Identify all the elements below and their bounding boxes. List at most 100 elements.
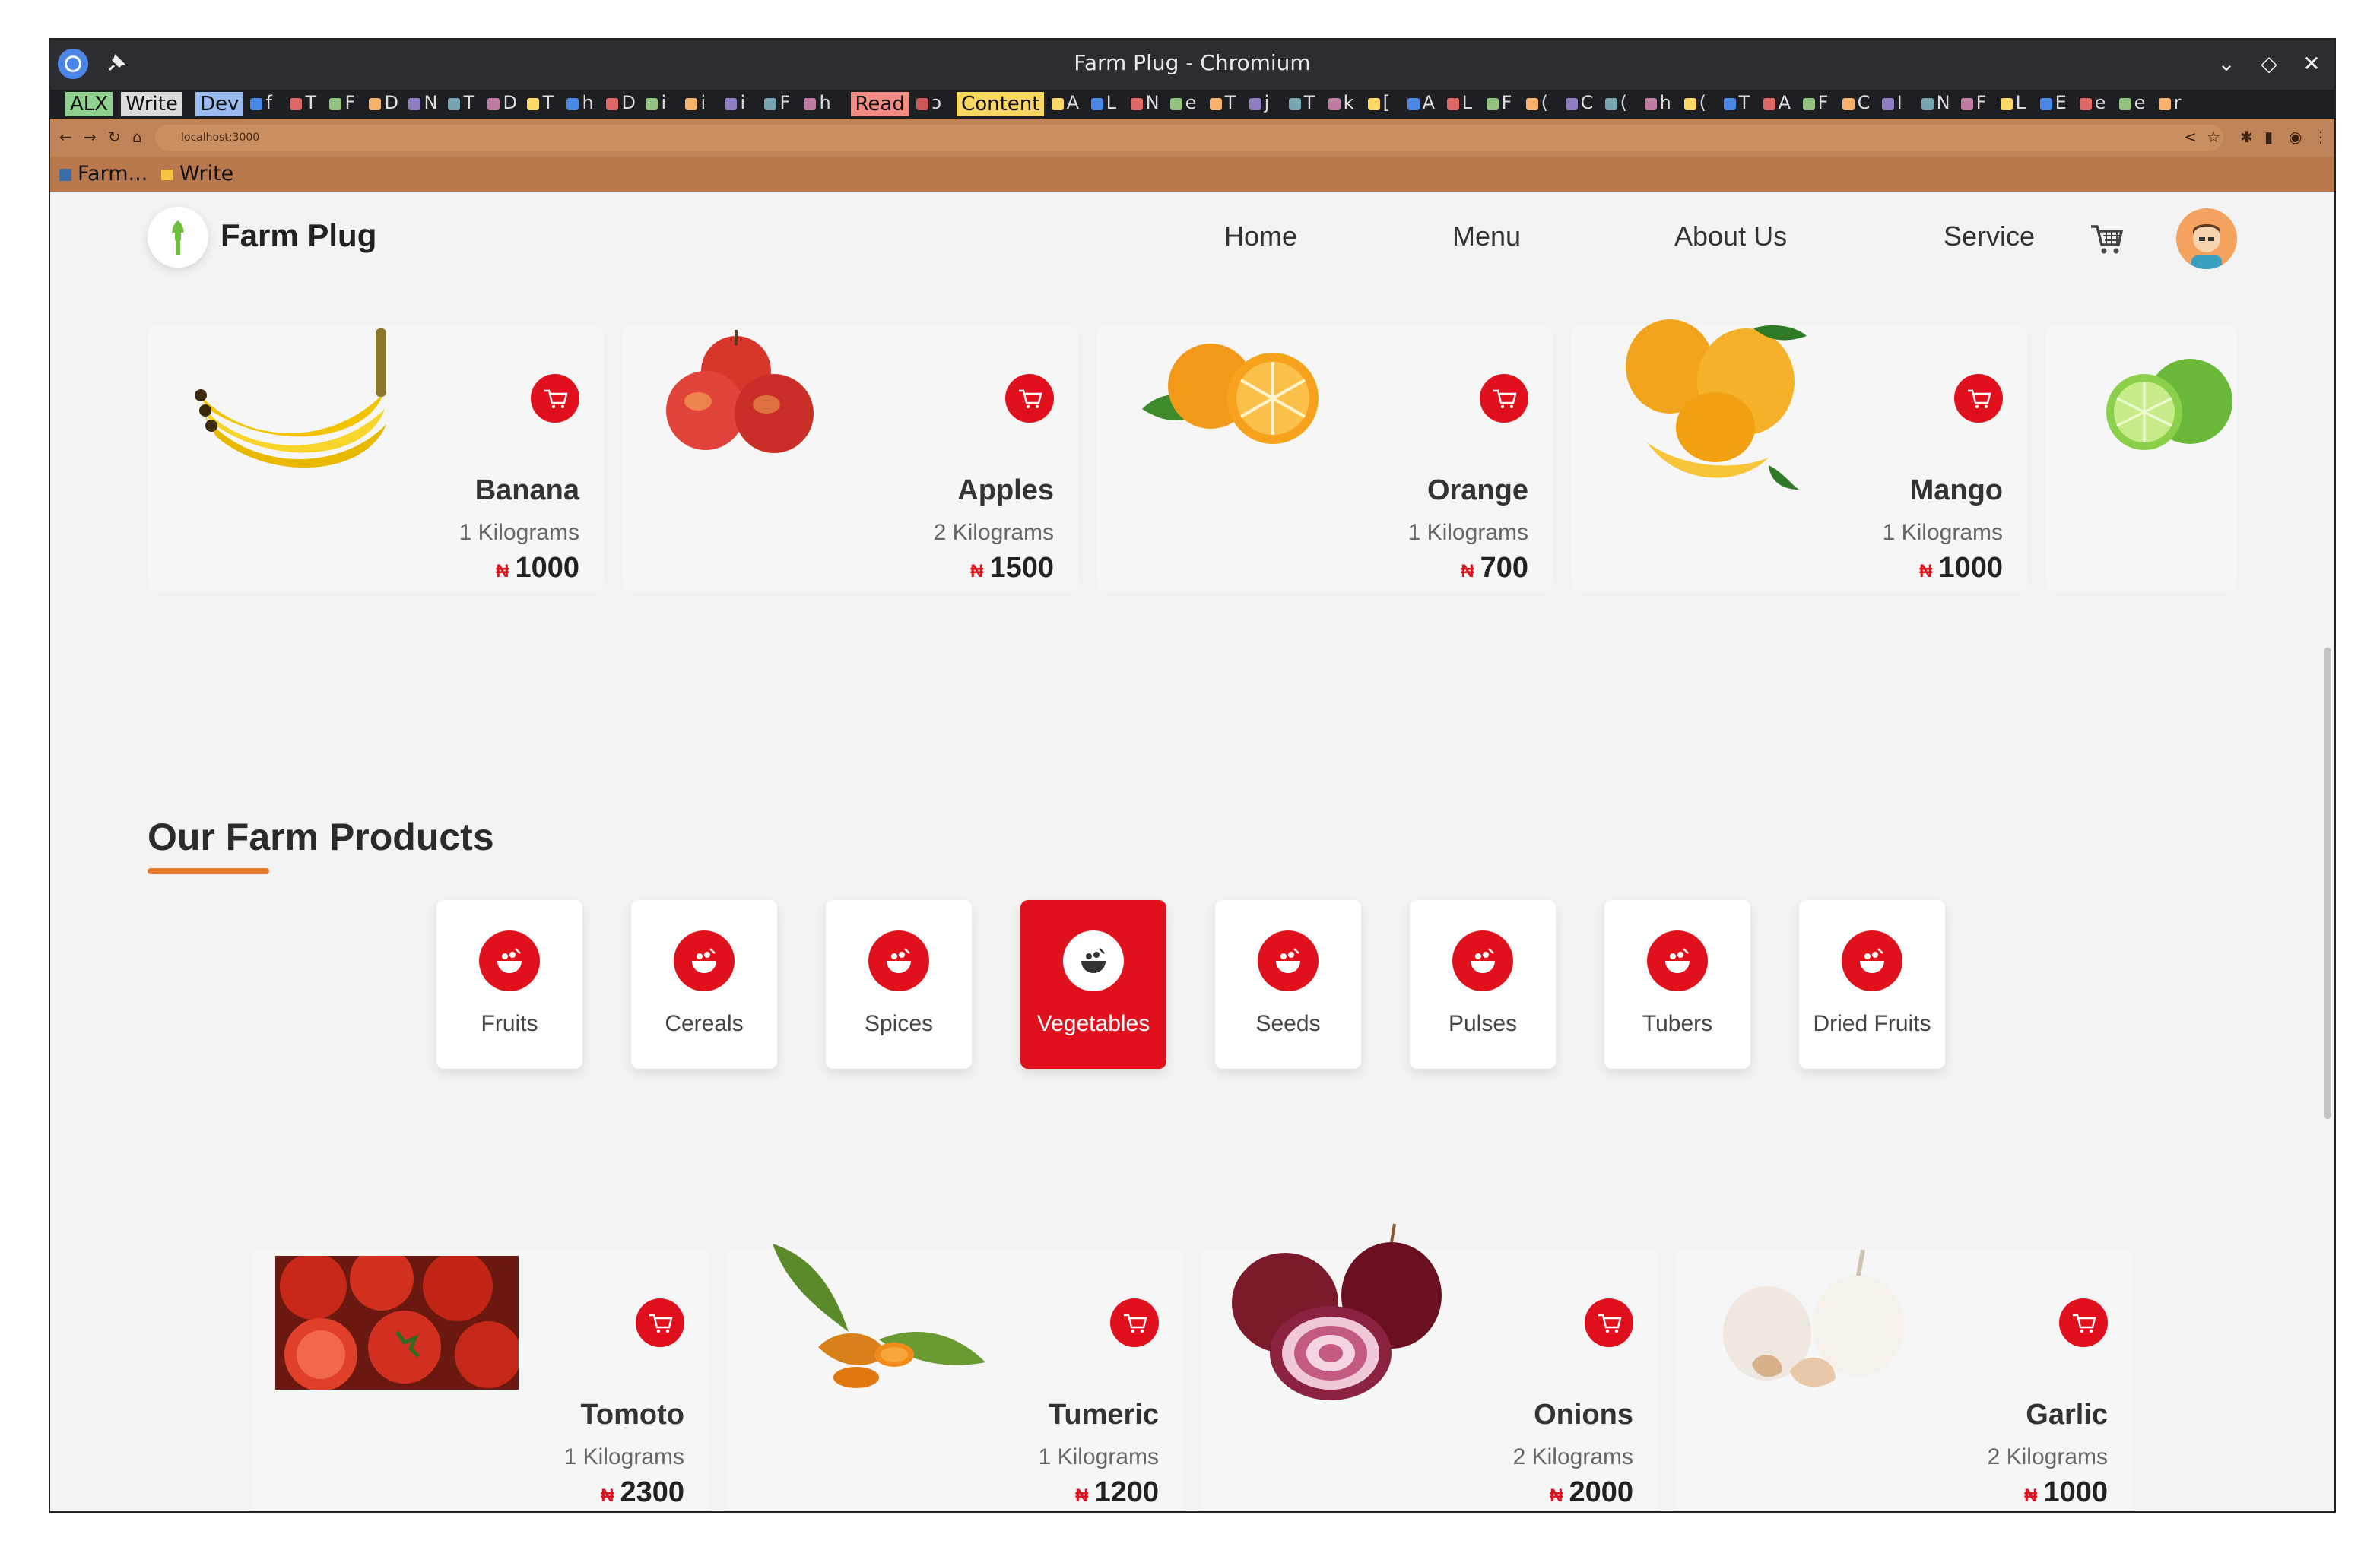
extensions-icon[interactable]: ✱ xyxy=(2240,128,2253,146)
maximize-icon[interactable]: ◇ xyxy=(2255,50,2283,78)
forward-icon[interactable]: → xyxy=(84,128,97,146)
back-icon[interactable]: ← xyxy=(59,128,72,146)
browser-tab[interactable]: h xyxy=(1642,92,1681,116)
browser-tab[interactable]: r xyxy=(2156,92,2195,116)
browser-tab[interactable]: D xyxy=(603,92,643,116)
browser-tab[interactable]: k xyxy=(1325,92,1365,116)
category-spices[interactable]: Spices xyxy=(826,900,972,1069)
nav-service[interactable]: Service xyxy=(1944,220,2035,252)
product-card-apples[interactable]: Apples 2 Kilograms ₦ 1500 xyxy=(622,325,1078,591)
profile-icon[interactable]: ◉ xyxy=(2289,128,2302,146)
browser-tab[interactable]: f xyxy=(247,92,287,116)
browser-tab[interactable]: h xyxy=(801,92,840,116)
browser-tab[interactable]: h xyxy=(563,92,603,116)
browser-tab[interactable]: L xyxy=(1444,92,1484,116)
browser-tab[interactable]: C xyxy=(1563,92,1602,116)
category-fruits[interactable]: Fruits xyxy=(436,900,582,1069)
category-dried-fruits[interactable]: Dried Fruits xyxy=(1799,900,1945,1069)
bookmark-star-icon[interactable]: ☆ xyxy=(2207,128,2220,146)
browser-tab[interactable]: A xyxy=(1049,92,1088,116)
add-to-cart-button[interactable] xyxy=(1110,1298,1159,1347)
cart-icon[interactable] xyxy=(2088,220,2126,258)
browser-tab[interactable]: F xyxy=(1800,92,1839,116)
browser-tab[interactable]: F xyxy=(326,92,366,116)
browser-tab[interactable]: N xyxy=(1128,92,1167,116)
add-to-cart-button[interactable] xyxy=(1585,1298,1633,1347)
bookmark-write[interactable]: Write xyxy=(161,157,233,192)
browser-tab[interactable]: T xyxy=(1721,92,1760,116)
product-card-garlic[interactable]: Garlic 2 Kilograms ₦ 1000 xyxy=(1676,1250,2132,1511)
tab-group-content[interactable]: Content xyxy=(957,92,1045,116)
nav-home[interactable]: Home xyxy=(1224,220,1297,252)
browser-tab[interactable]: F xyxy=(1484,92,1523,116)
add-to-cart-button[interactable] xyxy=(2059,1298,2108,1347)
browser-tab[interactable]: F xyxy=(1958,92,1998,116)
logo[interactable] xyxy=(148,207,208,268)
browser-tab[interactable]: [ xyxy=(1365,92,1404,116)
tab-group-dev[interactable]: Dev xyxy=(195,92,244,116)
browser-tab[interactable]: ( xyxy=(1602,92,1642,116)
browser-tab[interactable]: T xyxy=(445,92,484,116)
browser-tab[interactable]: T xyxy=(1286,92,1325,116)
home-icon[interactable]: ⌂ xyxy=(132,128,142,146)
url-input[interactable]: localhost:3000 xyxy=(155,125,2223,151)
browser-tab[interactable]: I xyxy=(1879,92,1918,116)
category-cereals[interactable]: Cereals xyxy=(631,900,777,1069)
nav-about-us[interactable]: About Us xyxy=(1674,220,1787,252)
browser-tab[interactable]: F xyxy=(761,92,801,116)
browser-tab[interactable]: i xyxy=(643,92,682,116)
add-to-cart-button[interactable] xyxy=(636,1298,684,1347)
add-to-cart-button[interactable] xyxy=(1954,374,2003,423)
close-icon[interactable]: ✕ xyxy=(2298,50,2325,78)
browser-tab[interactable]: e xyxy=(2116,92,2156,116)
reload-icon[interactable]: ↻ xyxy=(108,128,121,146)
category-seeds[interactable]: Seeds xyxy=(1215,900,1361,1069)
avatar[interactable] xyxy=(2176,208,2237,269)
page-scrollbar[interactable] xyxy=(2324,648,2331,1119)
product-card-tumeric[interactable]: Tumeric 1 Kilograms ₦ 1200 xyxy=(727,1244,1183,1511)
browser-tab[interactable]: e xyxy=(1167,92,1207,116)
browser-menu-icon[interactable]: ⋮ xyxy=(2313,128,2328,146)
browser-tab[interactable]: L xyxy=(1088,92,1128,116)
share-icon[interactable]: < xyxy=(2184,128,2197,146)
product-card-onions[interactable]: Onions 2 Kilograms ₦ 2000 xyxy=(1201,1223,1658,1511)
browser-tab[interactable]: T xyxy=(287,92,326,116)
product-card-mango[interactable]: Mango 1 Kilograms ₦ 1000 xyxy=(1571,319,2027,591)
category-tubers[interactable]: Tubers xyxy=(1604,900,1750,1069)
browser-tab[interactable]: E xyxy=(2037,92,2077,116)
browser-tab[interactable]: A xyxy=(1404,92,1444,116)
browser-tab[interactable]: T xyxy=(524,92,563,116)
browser-tab[interactable]: D xyxy=(366,92,405,116)
add-to-cart-button[interactable] xyxy=(531,374,579,423)
product-card-tomoto[interactable]: Tomoto 1 Kilograms ₦ 2300 xyxy=(252,1250,709,1511)
browser-tab[interactable]: i xyxy=(682,92,722,116)
bookmark-farm[interactable]: Farm... xyxy=(59,157,148,192)
browser-tab[interactable]: j xyxy=(1246,92,1286,116)
product-card-banana[interactable]: Banana 1 Kilograms ₦ 1000 xyxy=(148,325,604,591)
browser-tab[interactable]: T xyxy=(1207,92,1246,116)
tab-group-alx[interactable]: ALX xyxy=(65,92,113,116)
browser-tab[interactable]: ( xyxy=(1523,92,1563,116)
tab-mini[interactable]: ɔ xyxy=(913,92,953,116)
brand-name[interactable]: Farm Plug xyxy=(221,217,376,254)
tab-group-write[interactable]: Write xyxy=(121,92,182,116)
minimize-icon[interactable]: ⌄ xyxy=(2213,50,2240,78)
browser-tab[interactable]: C xyxy=(1839,92,1879,116)
browser-tab[interactable]: ( xyxy=(1681,92,1721,116)
nav-menu[interactable]: Menu xyxy=(1452,220,1521,252)
browser-tab[interactable]: D xyxy=(484,92,524,116)
category-pulses[interactable]: Pulses xyxy=(1410,900,1556,1069)
browser-tab[interactable]: A xyxy=(1760,92,1800,116)
tab-group-read[interactable]: Read xyxy=(850,92,909,116)
browser-tab[interactable]: i xyxy=(722,92,761,116)
product-card-orange[interactable]: Orange 1 Kilograms ₦ 700 xyxy=(1096,325,1553,591)
sidepanel-icon[interactable]: ▮ xyxy=(2264,128,2273,146)
add-to-cart-button[interactable] xyxy=(1480,374,1528,423)
product-card-lime-partial[interactable] xyxy=(2045,325,2237,591)
browser-tab[interactable]: e xyxy=(2077,92,2116,116)
browser-tab[interactable]: L xyxy=(1998,92,2037,116)
add-to-cart-button[interactable] xyxy=(1005,374,1054,423)
browser-tab[interactable]: N xyxy=(405,92,445,116)
category-vegetables[interactable]: Vegetables xyxy=(1020,900,1166,1069)
browser-tab[interactable]: N xyxy=(1918,92,1958,116)
